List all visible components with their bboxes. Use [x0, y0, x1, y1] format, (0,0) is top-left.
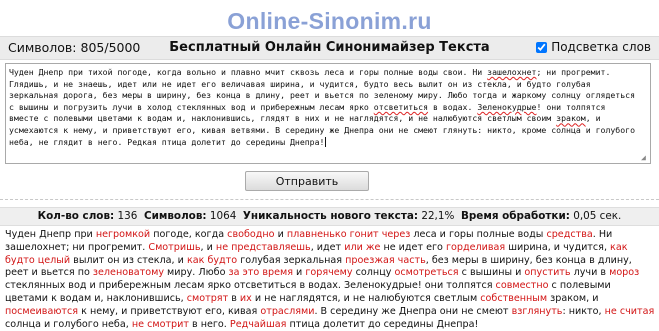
replaced-word: горделивая: [445, 241, 506, 253]
result-text-segment: погоде, когда: [150, 229, 228, 240]
uniqueness-label: Уникальность нового текста:: [242, 210, 419, 222]
result-text-segment: вылит он из стекла, и: [70, 254, 187, 266]
words-label: Кол-во слов:: [37, 210, 115, 222]
char-counter: Символов: 805/5000: [8, 40, 140, 55]
replaced-word: совместно: [495, 280, 549, 292]
time-value: 0,05 сек.: [573, 210, 622, 222]
replaced-word: мороз: [609, 267, 640, 279]
replaced-word: не: [131, 318, 145, 330]
replaced-word: Редчайшая: [229, 318, 287, 330]
result-text-segment: птица долетит до середины Днепра!: [286, 318, 479, 330]
misspelled-word: зраком: [556, 113, 586, 124]
result-text-segment: : никто,: [562, 305, 605, 317]
replaced-word: негромкой: [95, 229, 151, 240]
replaced-word: смотрит: [147, 318, 189, 330]
toolbar: Символов: 805/5000 Бесплатный Онлайн Син…: [0, 36, 659, 60]
result-text-segment: ширина, и чудится,: [505, 241, 611, 253]
time-label: Время обработки:: [460, 210, 570, 222]
replaced-word: опустить: [524, 267, 571, 279]
replaced-word: посмеиваются: [5, 305, 79, 317]
result-text-segment: , идет: [310, 241, 345, 253]
result-text-segment: к нему, и приветствуют его, кивая: [78, 305, 261, 317]
result-text-segment: стеклянных вод и прибережным лесам ярко …: [5, 280, 496, 292]
replaced-word: как будто: [186, 254, 238, 266]
result-text-segment: и не наглядятся, и не налюбуются светлым: [251, 292, 481, 304]
result-text-segment: , и: [200, 241, 216, 253]
uniqueness-value: 22,1%: [421, 210, 455, 222]
result-text-segment: леса и горы полные воды: [410, 229, 547, 240]
result-text-segment: не идет его: [380, 241, 446, 253]
result-text-segment: с вышины и: [458, 267, 525, 279]
replaced-word: или же: [344, 241, 381, 253]
highlight-label: Подсветка слов: [551, 40, 651, 54]
editor-text: Чуден Днепр при тихой погоде, когда воль…: [9, 67, 488, 77]
stats-bar: Кол-во слов: 136 Символов: 1064 Уникальн…: [0, 207, 659, 226]
replaced-word: отраслями: [260, 305, 315, 317]
result-text-segment: . В середину же Днепра они не смеют: [314, 305, 512, 317]
result-text-segment: и: [292, 267, 306, 279]
editor-text: в водах.: [428, 101, 478, 112]
replaced-word: не считая: [604, 305, 655, 317]
misspelled-word: Зеленокудрые: [477, 101, 537, 112]
resize-handle-icon[interactable]: ◢: [641, 154, 649, 162]
divider: [0, 199, 659, 200]
highlight-toggle[interactable]: Подсветка слов: [536, 40, 651, 54]
misspelled-word: зашелохнет: [487, 67, 537, 77]
site-logo[interactable]: Online-Sinonim.ru: [0, 8, 659, 35]
replaced-word: зеленоватому: [92, 267, 164, 279]
submit-button[interactable]: Отправить: [245, 171, 369, 191]
char-counter-label: Символов:: [8, 40, 77, 55]
highlight-checkbox[interactable]: [536, 41, 548, 53]
result-text-segment: в него.: [188, 318, 230, 330]
misspelled-word: отсветиться: [373, 101, 429, 112]
chars-value: 1064: [209, 210, 237, 222]
replaced-word: горячему: [305, 267, 353, 279]
result-text-segment: и: [274, 229, 287, 240]
replaced-word: осмотреться: [394, 267, 459, 279]
replaced-word: проезжая часть: [345, 254, 426, 266]
replaced-word: средства: [546, 229, 593, 240]
result-text-segment: зраком, и: [547, 292, 599, 304]
result-text-segment: миру. Любо: [164, 267, 229, 279]
text-caret: [325, 136, 327, 147]
char-counter-value: 805/5000: [80, 40, 141, 55]
result-text: Чуден Днепр при негромкой погоде, когда …: [5, 229, 655, 331]
result-text-segment: солнцу: [352, 267, 395, 279]
replaced-word: плавненько гонит через: [286, 229, 411, 240]
replaced-word: взглянуть: [511, 305, 563, 317]
replaced-word: смотрят: [186, 292, 229, 304]
words-value: 136: [117, 210, 138, 222]
replaced-word: Смотришь: [148, 241, 201, 253]
replaced-word: собственным: [480, 292, 548, 304]
replaced-word: их: [239, 292, 252, 304]
chars-label: Символов:: [143, 210, 207, 222]
result-text-segment: солнца и голубого неба,: [5, 318, 132, 330]
replaced-word: не представляешь: [215, 241, 311, 253]
result-text-segment: в: [228, 292, 240, 304]
source-text-input[interactable]: Чуден Днепр при тихой погоде, когда воль…: [5, 63, 651, 164]
result-text-segment: лучи в: [570, 267, 610, 279]
result-text-segment: голубая зеркальная: [237, 254, 346, 266]
replaced-word: свободно: [227, 229, 275, 240]
result-text-segment: Чуден Днепр при: [5, 229, 96, 240]
replaced-word: за это время: [228, 267, 293, 279]
